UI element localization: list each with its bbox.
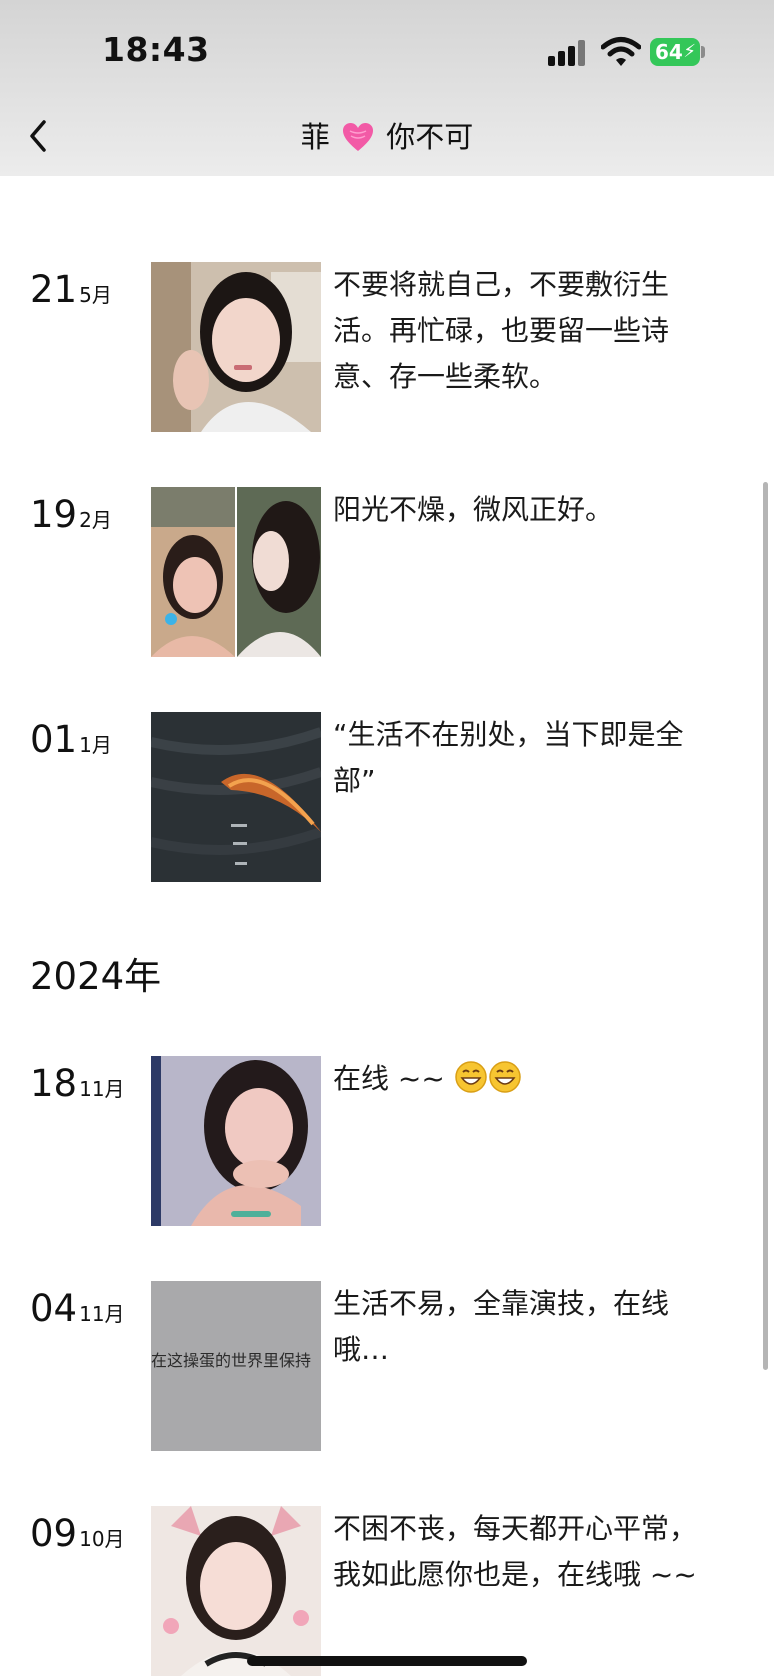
list-item[interactable]: 01 1月 “生活不在别处，当下即是全部”	[0, 712, 774, 884]
post-day: 18	[30, 1062, 78, 1105]
title-right: 你不可	[386, 120, 474, 154]
post-month: 11月	[79, 1302, 125, 1326]
header-bar: 18:43 64 ⚡ 菲 你不可	[0, 0, 774, 176]
post-caption: 在线 ~~	[333, 1056, 723, 1102]
scrollbar[interactable]	[763, 482, 768, 1370]
grinning-emoji-icon	[488, 1061, 521, 1093]
list-item[interactable]: 18 11月 在线 ~~	[0, 1056, 774, 1228]
heart-icon	[343, 123, 373, 151]
post-thumbnail[interactable]	[151, 262, 321, 432]
home-indicator[interactable]	[247, 1656, 527, 1666]
charging-bolt-icon: ⚡	[683, 41, 696, 62]
battery-icon: 64 ⚡	[650, 38, 700, 66]
post-caption: “生活不在别处，当下即是全部”	[333, 718, 684, 797]
post-caption: 不困不丧，每天都开心平常，我如此愿你也是，在线哦 ~~	[333, 1512, 698, 1591]
post-thumbnail[interactable]	[151, 1056, 321, 1226]
post-day: 21	[30, 268, 78, 311]
post-month: 2月	[79, 508, 112, 532]
signal-icon	[548, 40, 588, 66]
post-month: 11月	[79, 1077, 125, 1101]
battery-level: 64	[655, 40, 683, 64]
post-caption: 阳光不燥，微风正好。	[333, 493, 614, 526]
post-date: 19 2月	[30, 493, 112, 536]
post-day: 19	[30, 493, 78, 536]
post-day: 01	[30, 718, 78, 761]
post-date: 21 5月	[30, 268, 112, 311]
list-item[interactable]: 19 2月 阳光不燥，微风正好。	[0, 487, 774, 659]
post-caption: 不要将就自己，不要敷衍生活。再忙碌，也要留一些诗意、存一些柔软。	[333, 268, 670, 393]
post-month: 10月	[79, 1527, 125, 1551]
post-date: 01 1月	[30, 718, 112, 761]
year-heading: 2024年	[30, 955, 162, 998]
list-item[interactable]: 09 10月 不困不丧，每天都开心平常，我如此愿你也是，在线哦 ~~	[0, 1506, 774, 1678]
title-left: 菲	[300, 120, 330, 154]
post-date: 04 11月	[30, 1287, 125, 1330]
post-date: 18 11月	[30, 1062, 125, 1105]
post-month: 5月	[79, 283, 112, 307]
thumbnail-text: 在这操蛋的世界里保持	[151, 1351, 312, 1370]
post-thumbnail[interactable]	[151, 1506, 321, 1676]
status-time: 18:43	[102, 30, 210, 69]
post-day: 04	[30, 1287, 78, 1330]
grinning-emoji-icon	[454, 1061, 487, 1093]
post-thumbnail[interactable]	[151, 712, 321, 882]
post-caption-text: 在线 ~~	[333, 1062, 445, 1095]
list-item[interactable]: 04 11月 在这操蛋的世界里保持 生活不易，全靠演技，在线哦…	[0, 1281, 774, 1453]
post-thumbnail[interactable]: 在这操蛋的世界里保持	[151, 1281, 321, 1451]
post-day: 09	[30, 1512, 78, 1555]
page-title: 菲 你不可	[0, 114, 774, 156]
post-month: 1月	[79, 733, 112, 757]
post-caption: 生活不易，全靠演技，在线哦…	[333, 1287, 670, 1366]
wifi-icon	[601, 37, 641, 66]
list-item[interactable]: 21 5月 不要将就自己，不要敷衍生活。再忙碌，也要留一些诗意、存一些柔软。	[0, 262, 774, 434]
post-date: 09 10月	[30, 1512, 125, 1555]
battery-cap	[701, 46, 705, 58]
post-thumbnail[interactable]	[151, 487, 321, 657]
